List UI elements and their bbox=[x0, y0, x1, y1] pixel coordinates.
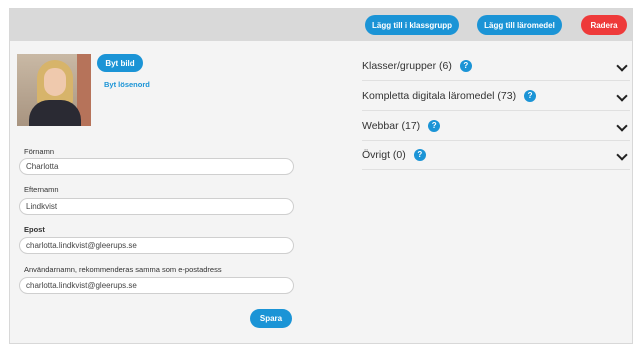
add-to-class-group-button[interactable]: Lägg till i klassgrupp bbox=[365, 15, 459, 35]
avatar-face bbox=[44, 68, 66, 96]
help-icon[interactable]: ? bbox=[524, 89, 537, 102]
help-icon[interactable]: ? bbox=[413, 148, 426, 161]
accordion-webs[interactable]: Webbar (17) ? bbox=[362, 111, 630, 141]
avatar bbox=[17, 54, 91, 126]
user-edit-panel: Lägg till i klassgrupp Lägg till läromed… bbox=[9, 8, 633, 344]
username-field[interactable]: charlotta.lindkvist@gleerups.se bbox=[19, 277, 294, 294]
save-button[interactable]: Spara bbox=[250, 309, 292, 328]
chevron-down-icon[interactable] bbox=[616, 60, 628, 72]
first-name-label: Förnamn bbox=[24, 147, 55, 156]
accordion-digital-materials[interactable]: Kompletta digitala läromedel (73) ? bbox=[362, 81, 630, 111]
chevron-down-icon[interactable] bbox=[616, 120, 628, 132]
delete-button[interactable]: Radera bbox=[581, 15, 627, 35]
avatar-body bbox=[29, 100, 81, 126]
help-icon[interactable]: ? bbox=[428, 119, 441, 132]
help-icon[interactable]: ? bbox=[459, 59, 472, 72]
chevron-down-icon[interactable] bbox=[616, 149, 628, 161]
add-material-button[interactable]: Lägg till läromedel bbox=[477, 15, 562, 35]
first-name-field[interactable]: Charlotta bbox=[19, 158, 294, 175]
email-field[interactable]: charlotta.lindkvist@gleerups.se bbox=[19, 237, 294, 254]
last-name-field[interactable]: Lindkvist bbox=[19, 198, 294, 215]
accordion-other[interactable]: Övrigt (0) ? bbox=[362, 140, 630, 170]
accordion-title: Webbar (17) bbox=[362, 119, 421, 132]
change-photo-button[interactable]: Byt bild bbox=[97, 54, 143, 72]
accordion-title: Klasser/grupper (6) bbox=[362, 59, 452, 72]
email-label: Epost bbox=[24, 225, 45, 234]
change-password-link[interactable]: Byt lösenord bbox=[104, 80, 150, 89]
last-name-label: Efternamn bbox=[24, 185, 59, 194]
action-toolbar: Lägg till i klassgrupp Lägg till läromed… bbox=[10, 9, 632, 41]
accordion-title: Kompletta digitala läromedel (73) bbox=[362, 89, 517, 102]
username-label: Användarnamn, rekommenderas samma som e-… bbox=[24, 265, 222, 274]
accordion-classes-groups[interactable]: Klasser/grupper (6) ? bbox=[362, 51, 630, 81]
chevron-down-icon[interactable] bbox=[616, 90, 628, 102]
accordion-title: Övrigt (0) bbox=[362, 148, 406, 161]
